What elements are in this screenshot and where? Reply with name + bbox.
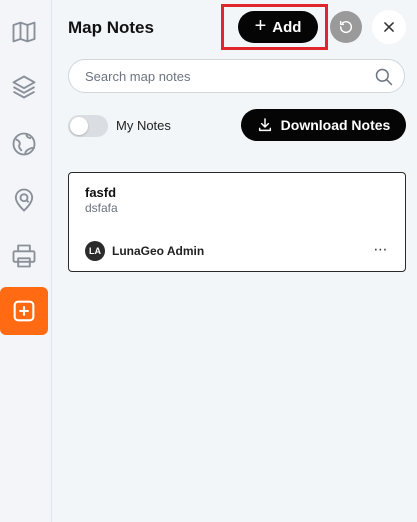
download-icon <box>258 118 271 132</box>
plus-icon: + <box>254 15 267 37</box>
avatar: LA <box>85 241 105 261</box>
globe-button[interactable] <box>0 120 48 168</box>
note-author: LunaGeo Admin <box>112 244 205 258</box>
search-icon[interactable] <box>374 67 394 87</box>
location-search-button[interactable] <box>0 176 48 224</box>
my-notes-toggle[interactable] <box>68 115 108 137</box>
print-button[interactable] <box>0 232 48 280</box>
panel-title: Map Notes <box>68 18 154 37</box>
search-box <box>68 59 405 93</box>
add-note-button[interactable]: + Add <box>238 11 318 43</box>
download-notes-button[interactable]: Download Notes <box>241 109 406 141</box>
map-icon <box>12 21 36 43</box>
location-search-icon <box>14 188 34 212</box>
refresh-icon <box>339 20 353 34</box>
search-input[interactable] <box>85 60 365 92</box>
globe-icon <box>12 132 36 156</box>
layers-icon <box>12 75 36 99</box>
note-card[interactable]: fasfd dsfafa LA LunaGeo Admin ⋯ <box>68 172 406 272</box>
toggle-knob <box>70 117 88 135</box>
map-button[interactable] <box>0 8 48 56</box>
add-note-label: Add <box>272 18 302 36</box>
my-notes-label: My Notes <box>116 118 171 133</box>
printer-icon <box>12 244 36 268</box>
more-options-button[interactable]: ⋯ <box>371 239 391 259</box>
download-notes-label: Download Notes <box>280 117 391 133</box>
note-add-icon <box>13 300 35 322</box>
icon-rail <box>0 0 52 522</box>
map-notes-panel: Map Notes + Add My Notes Download Notes … <box>52 0 417 522</box>
layers-button[interactable] <box>0 63 48 111</box>
note-title: fasfd <box>85 185 117 200</box>
reset-button[interactable] <box>330 11 362 43</box>
map-notes-button[interactable] <box>0 287 48 335</box>
close-icon <box>384 22 394 32</box>
close-button[interactable] <box>372 10 406 44</box>
note-body: dsfafa <box>85 201 118 215</box>
